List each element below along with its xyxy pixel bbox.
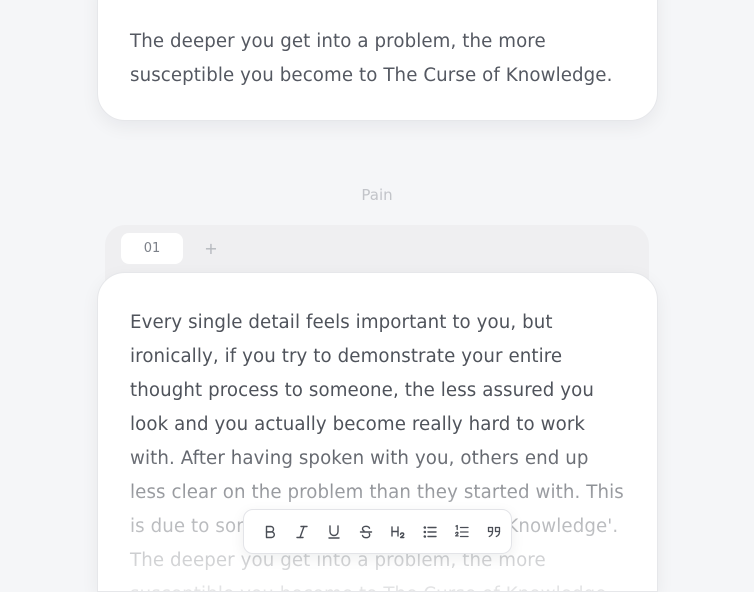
top-text-card[interactable]: The deeper you get into a problem, the m… [97, 0, 658, 121]
underline-icon [328, 524, 340, 539]
underline-button[interactable] [318, 516, 350, 548]
italic-button[interactable] [286, 516, 318, 548]
top-card-text[interactable]: The deeper you get into a problem, the m… [130, 25, 625, 93]
strikethrough-icon [359, 525, 373, 538]
bullet-list-icon [423, 525, 437, 538]
italic-icon [296, 525, 308, 538]
heading-2-button[interactable] [382, 516, 414, 548]
quote-icon [487, 526, 501, 537]
tab-01[interactable]: 01 [121, 233, 183, 264]
numbered-list-icon [455, 524, 469, 537]
bold-icon [265, 525, 275, 538]
bold-button[interactable] [254, 516, 286, 548]
section-label: Pain [361, 186, 393, 204]
formatting-toolbar [243, 509, 512, 554]
bullet-list-button[interactable] [414, 516, 446, 548]
quote-button[interactable] [478, 516, 510, 548]
strikethrough-button[interactable] [350, 516, 382, 548]
add-tab-button[interactable]: + [197, 233, 225, 264]
heading-2-icon [391, 525, 405, 538]
numbered-list-button[interactable] [446, 516, 478, 548]
